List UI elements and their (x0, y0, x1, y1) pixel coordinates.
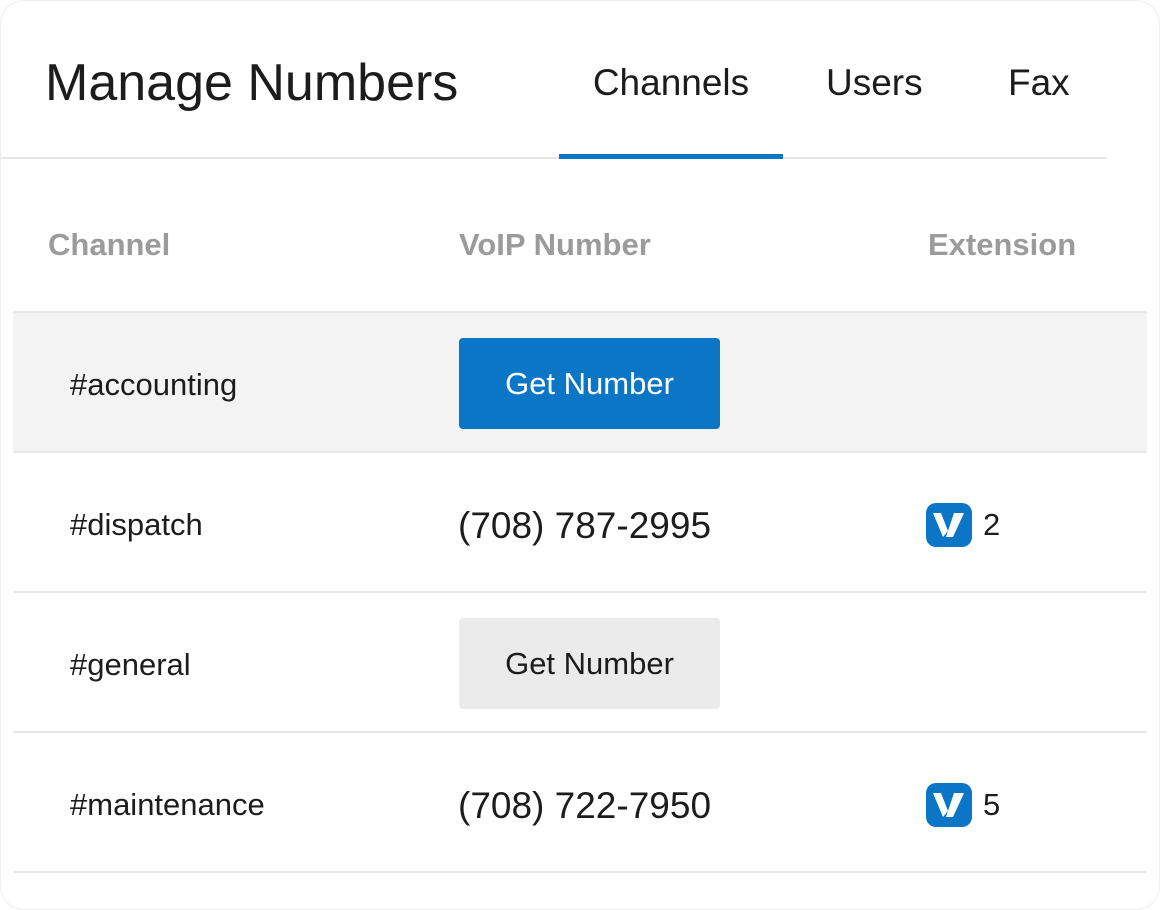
extension-cell: 2 (926, 503, 1000, 547)
table-bottom-divider (13, 871, 1147, 873)
get-number-button[interactable]: Get Number (459, 618, 720, 709)
column-header-extension: Extension (928, 227, 1077, 262)
page-title: Manage Numbers (45, 54, 459, 112)
table-row: #dispatch (708) 787-2995 2 (13, 451, 1147, 593)
extension-cell: 5 (926, 783, 1000, 827)
table-row: #maintenance (708) 722-7950 5 (13, 731, 1147, 873)
vonage-logo-icon (926, 783, 972, 827)
tab-users[interactable]: Users (826, 57, 923, 109)
voip-number: (708) 787-2995 (458, 505, 712, 546)
channel-name: #general (70, 647, 191, 682)
extension-number: 2 (983, 507, 1001, 542)
manage-numbers-card: Manage Numbers Channels Users Fax Channe… (0, 0, 1160, 910)
active-tab-indicator (559, 154, 783, 159)
tabs-divider (1, 157, 1107, 159)
channel-name: #accounting (70, 367, 238, 402)
vonage-logo-icon (926, 503, 972, 547)
channel-name: #dispatch (70, 507, 203, 542)
voip-number: (708) 722-7950 (458, 785, 712, 826)
extension-number: 5 (983, 787, 1001, 822)
table-row: #general Get Number (13, 591, 1147, 733)
column-header-voip-number: VoIP Number (459, 227, 651, 262)
tab-fax[interactable]: Fax (1008, 57, 1070, 109)
channel-name: #maintenance (70, 787, 265, 822)
table-row: #accounting Get Number (13, 311, 1147, 453)
tab-channels[interactable]: Channels (559, 57, 783, 109)
get-number-button[interactable]: Get Number (459, 338, 720, 429)
column-header-channel: Channel (48, 227, 171, 262)
